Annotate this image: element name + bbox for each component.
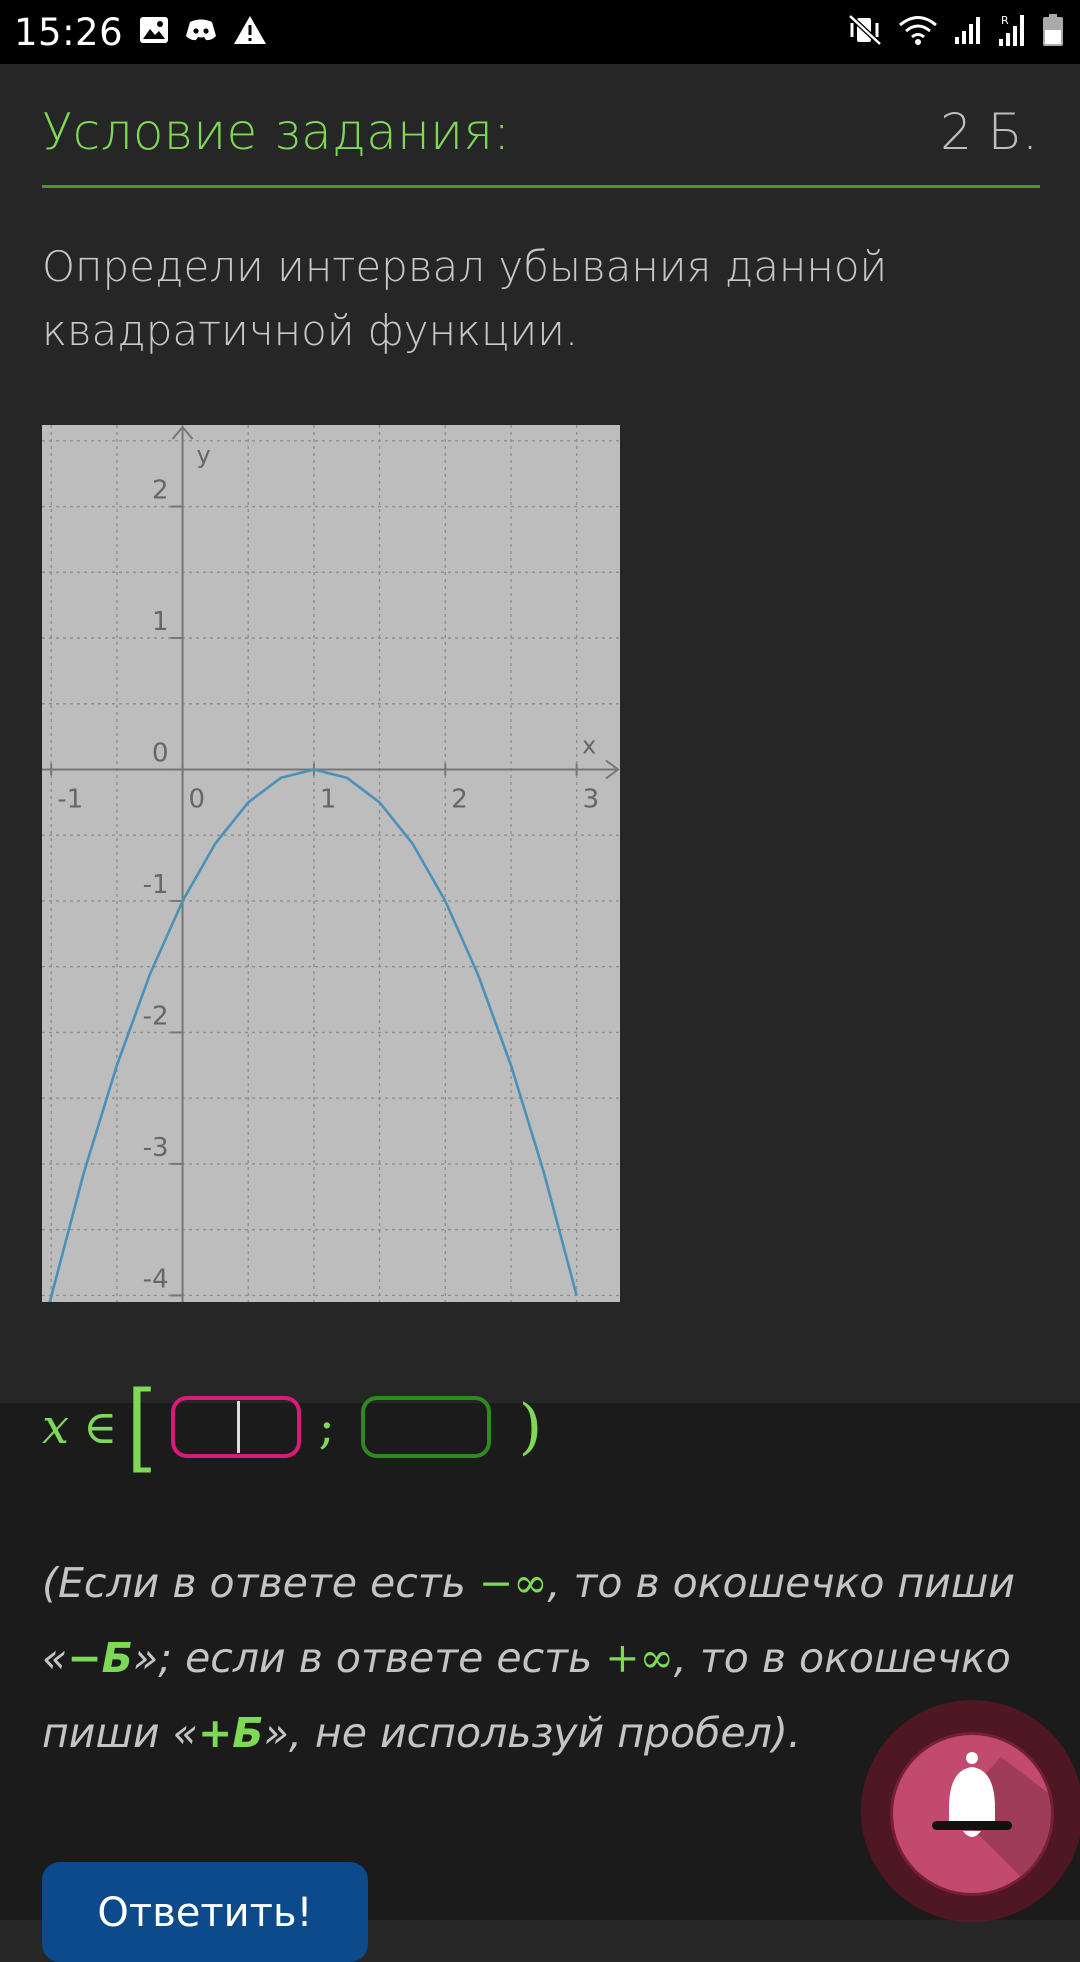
note-text-5: », не используй пробел).: [263, 1709, 801, 1757]
svg-text:R: R: [1001, 14, 1009, 27]
interval-separator: ;: [318, 1399, 335, 1455]
interval-end-input[interactable]: [360, 1396, 491, 1458]
chart-background: [42, 425, 620, 1302]
x-tick-label: 2: [451, 784, 468, 814]
roaming-signal-icon: R: [998, 13, 1026, 51]
x-axis-label: x: [582, 731, 596, 759]
y-tick-label: 1: [152, 607, 169, 637]
interval-start-input[interactable]: [170, 1396, 301, 1458]
title-divider: [42, 185, 1040, 188]
y-tick-label: 0: [152, 738, 169, 768]
status-time: 15:26: [14, 10, 124, 54]
note-neg-b: −Б: [67, 1634, 133, 1682]
x-tick-label: 3: [583, 784, 600, 814]
y-tick-label: 2: [152, 476, 169, 506]
text-cursor: [237, 1401, 240, 1453]
answer-variable: x: [42, 1399, 70, 1455]
function-graph: x y -1 0 1 2 3 2 1 0 -1 -2 -3 -4: [42, 425, 620, 1302]
submit-answer-button[interactable]: Ответить!: [42, 1862, 368, 1962]
left-bracket: [: [126, 1371, 157, 1483]
note-neg-infinity: −∞: [478, 1559, 548, 1607]
question-text: Определи интервал убывания данной квадра…: [42, 235, 942, 363]
status-bar: 15:26 R: [0, 0, 1080, 64]
y-tick-label: -3: [143, 1133, 169, 1163]
discord-icon: [185, 18, 217, 46]
bell-icon: [932, 1752, 1051, 1893]
note-pos-infinity: +∞: [605, 1634, 674, 1682]
note-text-1: (Если в ответе есть: [42, 1559, 479, 1607]
y-tick-label: -1: [143, 870, 169, 900]
y-axis-label: y: [197, 441, 211, 469]
notification-bell-button[interactable]: [893, 1735, 1051, 1893]
x-tick-label: -1: [57, 784, 83, 814]
y-tick-label: -2: [143, 1001, 169, 1031]
question-line-1: Определи интервал убывания данной: [42, 242, 888, 291]
element-of-symbol: ∈: [83, 1400, 118, 1454]
task-points: 2 Б.: [940, 103, 1038, 161]
chart-svg: x y -1 0 1 2 3 2 1 0 -1 -2 -3 -4: [42, 425, 620, 1302]
gallery-icon: [139, 16, 169, 48]
x-tick-label: 0: [189, 784, 206, 814]
note-text-3: »; если в ответе есть: [132, 1634, 606, 1682]
y-tick-label: -4: [143, 1264, 169, 1294]
x-tick-label: 1: [320, 784, 337, 814]
question-line-2: квадратичной функции.: [42, 306, 579, 355]
warning-icon: [233, 15, 267, 49]
right-parenthesis: ): [518, 1392, 543, 1462]
task-title: Условие задания:: [42, 103, 511, 161]
note-pos-b: +Б: [197, 1709, 264, 1757]
answer-row: x ∈ [ ; ): [42, 1372, 542, 1482]
mute-vibrate-icon: [848, 14, 882, 50]
battery-icon: [1042, 13, 1064, 51]
signal-icon: [954, 15, 982, 49]
wifi-icon: [898, 14, 938, 50]
